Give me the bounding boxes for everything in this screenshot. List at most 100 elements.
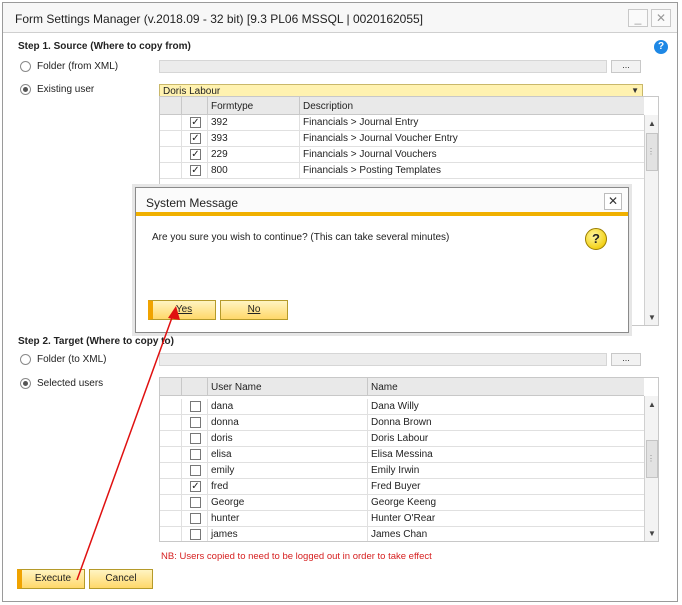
description-cell: Financials > Journal Voucher Entry bbox=[303, 133, 458, 144]
row-check-cell: ✓ bbox=[182, 131, 208, 147]
help-icon[interactable]: ? bbox=[654, 40, 668, 54]
table-row[interactable]: doris Doris Labour bbox=[160, 431, 644, 447]
username-cell: George bbox=[208, 495, 368, 511]
table-row[interactable]: elisa Elisa Messina bbox=[160, 447, 644, 463]
source-folder-path-field[interactable] bbox=[159, 60, 607, 73]
table-row[interactable]: emily Emily Irwin bbox=[160, 463, 644, 479]
users-grid: User Name Name dana Dana Willy donna Donna … bbox=[159, 377, 659, 542]
scroll-thumb[interactable]: ⋮⋮ bbox=[646, 133, 658, 171]
selected-users-radio[interactable] bbox=[20, 378, 31, 389]
user-checkbox[interactable] bbox=[190, 513, 201, 524]
target-folder-radio[interactable] bbox=[20, 354, 31, 365]
target-folder-label: Folder (to XML) bbox=[37, 354, 107, 365]
username-cell: emily bbox=[208, 463, 368, 479]
name-cell: Elisa Messina bbox=[371, 449, 433, 460]
row-checkbox[interactable]: ✓ bbox=[190, 133, 201, 144]
selected-users-label: Selected users bbox=[37, 378, 104, 389]
formtype-cell: 229 bbox=[208, 147, 300, 163]
target-browse-button[interactable]: ... bbox=[611, 353, 641, 366]
table-row[interactable]: George George Keeng bbox=[160, 495, 644, 511]
formtype-cell: 392 bbox=[208, 115, 300, 131]
table-row[interactable]: hunter Hunter O'Rear bbox=[160, 511, 644, 527]
table-row[interactable]: dana Dana Willy bbox=[160, 399, 644, 415]
username-column-header[interactable]: User Name bbox=[208, 378, 368, 396]
username-cell: hunter bbox=[208, 511, 368, 527]
name-column-header[interactable]: Name bbox=[368, 378, 644, 396]
user-checkbox[interactable] bbox=[190, 401, 201, 412]
table-row[interactable]: donna Donna Brown bbox=[160, 415, 644, 431]
execute-button[interactable]: Execute bbox=[17, 569, 85, 589]
formtype-column-header[interactable]: Formtype bbox=[208, 97, 300, 115]
user-checkbox[interactable] bbox=[190, 497, 201, 508]
scroll-up-icon[interactable]: ▲ bbox=[645, 117, 658, 131]
dialog-title: System Message bbox=[146, 196, 239, 210]
row-checkbox[interactable]: ✓ bbox=[190, 149, 201, 160]
formtype-cell: 800 bbox=[208, 163, 300, 179]
row-check-cell bbox=[182, 463, 208, 479]
row-checkbox[interactable]: ✓ bbox=[190, 117, 201, 128]
cancel-button[interactable]: Cancel bbox=[89, 569, 153, 589]
user-checkbox[interactable]: ✓ bbox=[190, 481, 201, 492]
title-bar: Form Settings Manager (v.2018.09 - 32 bi… bbox=[3, 3, 677, 33]
row-checkbox[interactable]: ✓ bbox=[190, 165, 201, 176]
dialog-header: System Message ✕ bbox=[136, 188, 628, 216]
row-blank-cell bbox=[160, 511, 182, 527]
source-browse-button[interactable]: ... bbox=[611, 60, 641, 73]
existing-user-label: Existing user bbox=[37, 84, 95, 95]
grid-header-check bbox=[182, 97, 208, 115]
table-row[interactable]: ✓ fred Fred Buyer bbox=[160, 479, 644, 495]
row-check-cell: ✓ bbox=[182, 163, 208, 179]
description-cell: Financials > Posting Templates bbox=[303, 165, 441, 176]
row-check-cell bbox=[182, 431, 208, 447]
table-row[interactable]: ✓ 393 Financials > Journal Voucher Entry bbox=[160, 131, 644, 147]
dialog-close-button[interactable]: ✕ bbox=[604, 193, 622, 210]
username-cell: donna bbox=[208, 415, 368, 431]
yes-label: Yes bbox=[175, 304, 193, 315]
row-blank-cell bbox=[160, 131, 182, 147]
row-blank-cell bbox=[160, 163, 182, 179]
username-cell: dana bbox=[208, 399, 368, 415]
source-folder-label: Folder (from XML) bbox=[37, 61, 119, 72]
table-row[interactable]: ✓ 392 Financials > Journal Entry bbox=[160, 115, 644, 131]
scroll-down-icon[interactable]: ▼ bbox=[645, 311, 658, 325]
step1-title: Step 1. Source (Where to copy from) bbox=[18, 41, 191, 52]
name-cell: George Keeng bbox=[371, 497, 437, 508]
users-scrollbar[interactable]: ▲ ⋮⋮ ▼ bbox=[644, 396, 658, 541]
row-blank-cell bbox=[160, 147, 182, 163]
form-settings-manager-window: Form Settings Manager (v.2018.09 - 32 bi… bbox=[2, 2, 678, 602]
name-cell: Fred Buyer bbox=[371, 481, 421, 492]
grid-header-blank bbox=[160, 378, 182, 396]
table-row[interactable]: ✓ 229 Financials > Journal Vouchers bbox=[160, 147, 644, 163]
table-row[interactable]: james James Chan bbox=[160, 527, 644, 541]
user-checkbox[interactable] bbox=[190, 433, 201, 444]
dialog-message: Are you sure you wish to continue? (This… bbox=[152, 232, 450, 243]
formtype-scrollbar[interactable]: ▲ ⋮⋮ ▼ bbox=[644, 115, 658, 325]
formtype-grid-header: Formtype Description bbox=[160, 97, 644, 115]
table-row[interactable]: ✓ 800 Financials > Posting Templates bbox=[160, 163, 644, 179]
grid-header-blank bbox=[160, 97, 182, 115]
row-check-cell bbox=[182, 495, 208, 511]
existing-user-radio[interactable] bbox=[20, 84, 31, 95]
name-cell: Donna Brown bbox=[371, 417, 432, 428]
dialog-yes-button[interactable]: Yes bbox=[148, 300, 216, 320]
user-checkbox[interactable] bbox=[190, 449, 201, 460]
close-button[interactable]: ✕ bbox=[651, 9, 671, 27]
target-folder-path-field[interactable] bbox=[159, 353, 607, 366]
scroll-thumb[interactable]: ⋮⋮ bbox=[646, 440, 658, 478]
user-checkbox[interactable] bbox=[190, 417, 201, 428]
name-cell: James Chan bbox=[371, 529, 428, 540]
row-blank-cell bbox=[160, 415, 182, 431]
name-cell: Hunter O'Rear bbox=[371, 513, 436, 524]
row-blank-cell bbox=[160, 431, 182, 447]
user-checkbox[interactable] bbox=[190, 529, 201, 540]
question-icon: ? bbox=[585, 228, 607, 250]
scroll-down-icon[interactable]: ▼ bbox=[645, 527, 658, 541]
row-check-cell bbox=[182, 399, 208, 415]
user-checkbox[interactable] bbox=[190, 465, 201, 476]
row-blank-cell bbox=[160, 463, 182, 479]
source-folder-radio[interactable] bbox=[20, 61, 31, 72]
minimize-button[interactable]: _ bbox=[628, 9, 648, 27]
scroll-up-icon[interactable]: ▲ bbox=[645, 398, 658, 412]
description-column-header[interactable]: Description bbox=[300, 97, 644, 115]
dialog-no-button[interactable]: No bbox=[220, 300, 288, 320]
